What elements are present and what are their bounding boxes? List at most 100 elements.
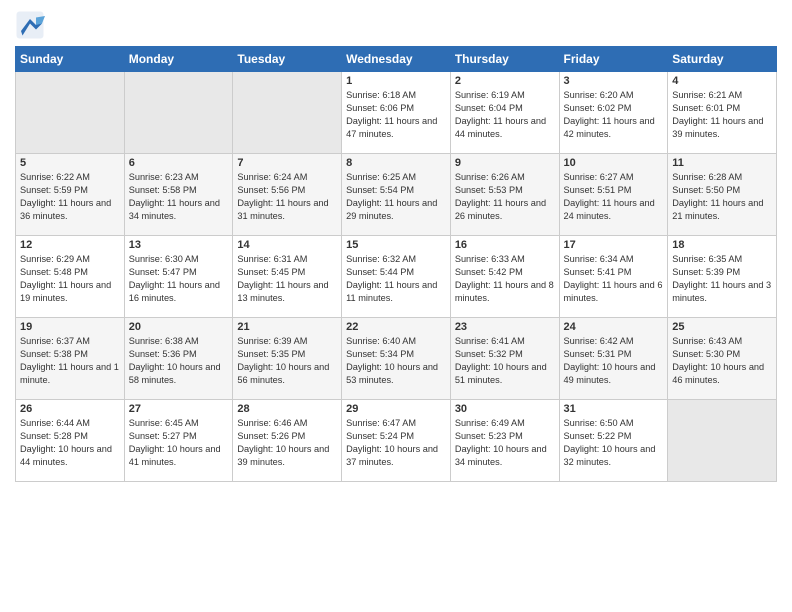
day-number: 4 — [672, 75, 772, 87]
calendar-cell: 8 Sunrise: 6:25 AM Sunset: 5:54 PM Daylig… — [342, 154, 451, 236]
day-number: 23 — [455, 321, 555, 333]
calendar-cell: 22 Sunrise: 6:40 AM Sunset: 5:34 PM Dayli… — [342, 318, 451, 400]
calendar-cell: 6Sunrise: 6:23 AM Sunset: 5:58 PM Daylig… — [124, 154, 233, 236]
header-area — [15, 10, 777, 40]
day-number: 21 — [237, 321, 337, 333]
calendar-cell: 27 Sunrise: 6:45 AM Sunset: 5:27 PM Dayli… — [124, 400, 233, 482]
calendar-cell: 9 Sunrise: 6:26 AM Sunset: 5:53 PM Daylig… — [450, 154, 559, 236]
day-number: 5 — [20, 157, 120, 169]
day-info: Sunrise: 6:19 AM Sunset: 6:04 PM Dayligh… — [455, 89, 555, 141]
calendar-cell — [668, 400, 777, 482]
weekday-header-sunday: Sunday — [16, 47, 125, 72]
day-info: Sunrise: 6:27 AM Sunset: 5:51 PM Dayligh… — [564, 171, 664, 223]
calendar-cell: 28 Sunrise: 6:46 AM Sunset: 5:26 PM Dayli… — [233, 400, 342, 482]
day-number: 14 — [237, 239, 337, 251]
calendar-cell: 1 Sunrise: 6:18 AM Sunset: 6:06 PM Daylig… — [342, 72, 451, 154]
week-row-3: 12Sunrise: 6:29 AM Sunset: 5:48 PM Dayli… — [16, 236, 777, 318]
calendar-cell — [16, 72, 125, 154]
day-number: 22 — [346, 321, 446, 333]
calendar-cell: 19 Sunrise: 6:37 AM Sunset: 5:38 PM Dayli… — [16, 318, 125, 400]
day-info: Sunrise: 6:32 AM Sunset: 5:44 PM Dayligh… — [346, 253, 446, 305]
day-number: 10 — [564, 157, 664, 169]
day-number: 25 — [672, 321, 772, 333]
day-info: Sunrise: 6:44 AM Sunset: 5:28 PM Dayligh… — [20, 417, 120, 469]
calendar-cell: 15 Sunrise: 6:32 AM Sunset: 5:44 PM Dayli… — [342, 236, 451, 318]
day-info: Sunrise: 6:49 AM Sunset: 5:23 PM Dayligh… — [455, 417, 555, 469]
calendar-cell: 14 Sunrise: 6:31 AM Sunset: 5:45 PM Dayli… — [233, 236, 342, 318]
day-number: 31 — [564, 403, 664, 415]
calendar-table: SundayMondayTuesdayWednesdayThursdayFrid… — [15, 46, 777, 482]
day-info: Sunrise: 6:31 AM Sunset: 5:45 PM Dayligh… — [237, 253, 337, 305]
day-info: Sunrise: 6:30 AM Sunset: 5:47 PM Dayligh… — [129, 253, 229, 305]
day-info: Sunrise: 6:18 AM Sunset: 6:06 PM Dayligh… — [346, 89, 446, 141]
day-number: 30 — [455, 403, 555, 415]
calendar-cell: 20Sunrise: 6:38 AM Sunset: 5:36 PM Dayli… — [124, 318, 233, 400]
calendar-cell: 18Sunrise: 6:35 AM Sunset: 5:39 PM Dayli… — [668, 236, 777, 318]
day-info: Sunrise: 6:23 AM Sunset: 5:58 PM Dayligh… — [129, 171, 229, 223]
calendar-cell: 26 Sunrise: 6:44 AM Sunset: 5:28 PM Dayli… — [16, 400, 125, 482]
day-number: 15 — [346, 239, 446, 251]
day-info: Sunrise: 6:45 AM Sunset: 5:27 PM Dayligh… — [129, 417, 229, 469]
calendar-cell: 29 Sunrise: 6:47 AM Sunset: 5:24 PM Dayli… — [342, 400, 451, 482]
logo — [15, 10, 49, 40]
day-info: Sunrise: 6:35 AM Sunset: 5:39 PM Dayligh… — [672, 253, 772, 305]
calendar-cell: 21 Sunrise: 6:39 AM Sunset: 5:35 PM Dayli… — [233, 318, 342, 400]
week-row-5: 26 Sunrise: 6:44 AM Sunset: 5:28 PM Dayli… — [16, 400, 777, 482]
weekday-header-wednesday: Wednesday — [342, 47, 451, 72]
calendar-cell: 13 Sunrise: 6:30 AM Sunset: 5:47 PM Dayli… — [124, 236, 233, 318]
weekday-header-row: SundayMondayTuesdayWednesdayThursdayFrid… — [16, 47, 777, 72]
calendar-cell: 7Sunrise: 6:24 AM Sunset: 5:56 PM Daylig… — [233, 154, 342, 236]
day-number: 28 — [237, 403, 337, 415]
calendar-cell: 3Sunrise: 6:20 AM Sunset: 6:02 PM Daylig… — [559, 72, 668, 154]
day-number: 11 — [672, 157, 772, 169]
day-number: 24 — [564, 321, 664, 333]
day-number: 17 — [564, 239, 664, 251]
calendar-cell: 16 Sunrise: 6:33 AM Sunset: 5:42 PM Dayli… — [450, 236, 559, 318]
day-number: 8 — [346, 157, 446, 169]
week-row-4: 19 Sunrise: 6:37 AM Sunset: 5:38 PM Dayli… — [16, 318, 777, 400]
calendar-cell: 25 Sunrise: 6:43 AM Sunset: 5:30 PM Dayli… — [668, 318, 777, 400]
calendar-cell: 23 Sunrise: 6:41 AM Sunset: 5:32 PM Dayli… — [450, 318, 559, 400]
calendar-cell: 24 Sunrise: 6:42 AM Sunset: 5:31 PM Dayli… — [559, 318, 668, 400]
day-info: Sunrise: 6:26 AM Sunset: 5:53 PM Dayligh… — [455, 171, 555, 223]
week-row-1: 1 Sunrise: 6:18 AM Sunset: 6:06 PM Daylig… — [16, 72, 777, 154]
day-number: 29 — [346, 403, 446, 415]
day-info: Sunrise: 6:38 AM Sunset: 5:36 PM Dayligh… — [129, 335, 229, 387]
day-info: Sunrise: 6:24 AM Sunset: 5:56 PM Dayligh… — [237, 171, 337, 223]
page: SundayMondayTuesdayWednesdayThursdayFrid… — [0, 0, 792, 612]
day-info: Sunrise: 6:39 AM Sunset: 5:35 PM Dayligh… — [237, 335, 337, 387]
day-info: Sunrise: 6:25 AM Sunset: 5:54 PM Dayligh… — [346, 171, 446, 223]
day-info: Sunrise: 6:50 AM Sunset: 5:22 PM Dayligh… — [564, 417, 664, 469]
calendar-cell: 10 Sunrise: 6:27 AM Sunset: 5:51 PM Dayli… — [559, 154, 668, 236]
day-info: Sunrise: 6:46 AM Sunset: 5:26 PM Dayligh… — [237, 417, 337, 469]
day-info: Sunrise: 6:33 AM Sunset: 5:42 PM Dayligh… — [455, 253, 555, 305]
day-number: 19 — [20, 321, 120, 333]
calendar-cell: 4Sunrise: 6:21 AM Sunset: 6:01 PM Daylig… — [668, 72, 777, 154]
day-number: 3 — [564, 75, 664, 87]
day-info: Sunrise: 6:28 AM Sunset: 5:50 PM Dayligh… — [672, 171, 772, 223]
logo-icon — [15, 10, 45, 40]
day-info: Sunrise: 6:34 AM Sunset: 5:41 PM Dayligh… — [564, 253, 664, 305]
weekday-header-tuesday: Tuesday — [233, 47, 342, 72]
calendar-cell: 31 Sunrise: 6:50 AM Sunset: 5:22 PM Dayli… — [559, 400, 668, 482]
day-number: 13 — [129, 239, 229, 251]
calendar-cell: 11 Sunrise: 6:28 AM Sunset: 5:50 PM Dayli… — [668, 154, 777, 236]
day-number: 16 — [455, 239, 555, 251]
day-info: Sunrise: 6:43 AM Sunset: 5:30 PM Dayligh… — [672, 335, 772, 387]
day-info: Sunrise: 6:42 AM Sunset: 5:31 PM Dayligh… — [564, 335, 664, 387]
calendar-cell: 12Sunrise: 6:29 AM Sunset: 5:48 PM Dayli… — [16, 236, 125, 318]
calendar-cell: 5Sunrise: 6:22 AM Sunset: 5:59 PM Daylig… — [16, 154, 125, 236]
week-row-2: 5Sunrise: 6:22 AM Sunset: 5:59 PM Daylig… — [16, 154, 777, 236]
day-number: 1 — [346, 75, 446, 87]
calendar-cell: 30 Sunrise: 6:49 AM Sunset: 5:23 PM Dayli… — [450, 400, 559, 482]
day-info: Sunrise: 6:47 AM Sunset: 5:24 PM Dayligh… — [346, 417, 446, 469]
day-number: 27 — [129, 403, 229, 415]
day-info: Sunrise: 6:29 AM Sunset: 5:48 PM Dayligh… — [20, 253, 120, 305]
day-number: 9 — [455, 157, 555, 169]
day-number: 2 — [455, 75, 555, 87]
day-info: Sunrise: 6:41 AM Sunset: 5:32 PM Dayligh… — [455, 335, 555, 387]
day-info: Sunrise: 6:37 AM Sunset: 5:38 PM Dayligh… — [20, 335, 120, 387]
calendar-cell: 2 Sunrise: 6:19 AM Sunset: 6:04 PM Daylig… — [450, 72, 559, 154]
day-number: 26 — [20, 403, 120, 415]
day-info: Sunrise: 6:40 AM Sunset: 5:34 PM Dayligh… — [346, 335, 446, 387]
